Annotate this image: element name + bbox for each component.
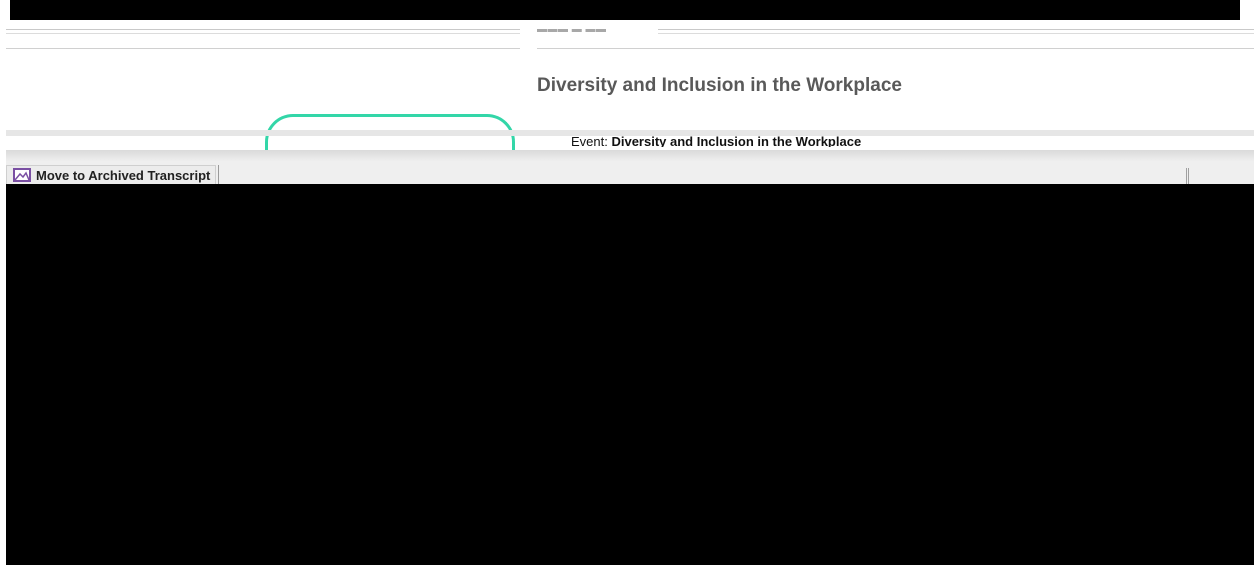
top-divider-left [6,29,520,34]
event-name: Diversity and Inclusion in the Workplace [611,134,862,147]
section-divider-left [6,48,520,49]
section-divider-right [537,48,1254,49]
move-to-archived-transcript-button[interactable]: Move to Archived Transcript [6,165,217,185]
document-preview-strip [6,150,1254,162]
toolbar-separator-left [218,165,219,185]
event-line: Event: Diversity and Inclusion in the Wo… [571,134,861,147]
event-prefix: Event: [571,134,612,147]
move-to-archived-transcript-label: Move to Archived Transcript [36,167,211,183]
top-divider-right [658,29,1254,34]
top-redacted-bar [10,0,1240,20]
faded-section-heading: ▬▬▬ ▬ ▬▬ [537,24,607,35]
redacted-content-area [6,184,1254,565]
toolbar-separator-right [1186,168,1189,184]
image-icon [13,168,31,182]
page-title: Diversity and Inclusion in the Workplace [537,75,902,96]
